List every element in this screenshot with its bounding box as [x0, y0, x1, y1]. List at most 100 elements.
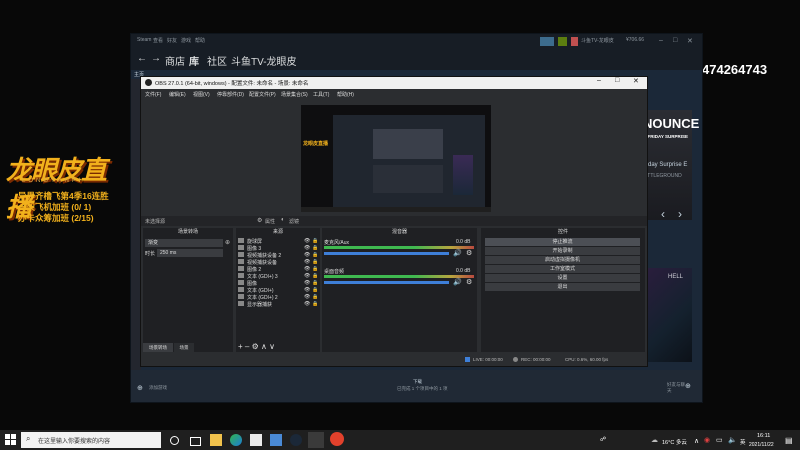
- lock-icon[interactable]: 🔒: [312, 294, 318, 300]
- lock-icon[interactable]: 🔒: [312, 245, 318, 251]
- speaker-icon[interactable]: 🔊: [453, 278, 462, 286]
- nav-community[interactable]: 社区: [207, 53, 227, 68]
- lock-icon[interactable]: 🔒: [312, 301, 318, 307]
- cortana-icon[interactable]: [170, 436, 179, 445]
- filter-icon[interactable]: ◐: [281, 217, 285, 223]
- taskbar-search[interactable]: ⌕ 在这里输入你要搜索的内容: [21, 432, 161, 448]
- source-row[interactable]: 显示器捕获 👁 🔒: [238, 301, 318, 308]
- share-icon[interactable]: ☍: [600, 436, 608, 444]
- chevron-up-icon[interactable]: ∧: [694, 437, 699, 445]
- add-icon[interactable]: ⊕: [137, 384, 143, 392]
- add-game-button[interactable]: 添加游戏: [149, 385, 167, 391]
- task-view-icon[interactable]: [190, 437, 201, 446]
- source-row[interactable]: 文本 (GDI+) 2 👁 🔒: [238, 294, 318, 301]
- source-row[interactable]: 文本 (GDI+) 3 👁 🔒: [238, 273, 318, 280]
- clock-time[interactable]: 16:11: [757, 433, 770, 439]
- source-row[interactable]: 视频捕获设备 2 👁 🔒: [238, 252, 318, 259]
- broadcast-icon[interactable]: [540, 37, 554, 46]
- eye-icon[interactable]: 👁: [304, 266, 310, 272]
- gear-icon[interactable]: ⚙: [257, 217, 262, 224]
- add-source-icon[interactable]: +: [238, 342, 243, 351]
- back-icon[interactable]: ←: [137, 53, 147, 64]
- lock-icon[interactable]: 🔒: [312, 273, 318, 279]
- mail-icon[interactable]: [270, 434, 282, 446]
- tab-scenes[interactable]: 场景: [174, 343, 194, 352]
- notifications-icon[interactable]: ▤: [785, 436, 793, 445]
- eye-icon[interactable]: 👁: [304, 273, 310, 279]
- lock-icon[interactable]: 🔒: [312, 238, 318, 244]
- steam-taskbar-icon[interactable]: [290, 434, 302, 446]
- nav-store[interactable]: 商店: [165, 53, 185, 68]
- mixer-gear-icon[interactable]: ⚙: [466, 278, 472, 286]
- close-icon[interactable]: ✕: [687, 37, 693, 45]
- source-row[interactable]: 图像 2 👁 🔒: [238, 266, 318, 273]
- virtual-camera-button[interactable]: 启动虚拟摄像机: [485, 256, 640, 264]
- edge-icon[interactable]: [230, 434, 242, 446]
- eye-icon[interactable]: 👁: [304, 294, 310, 300]
- weather-text[interactable]: 16°C 多云: [662, 438, 687, 446]
- remove-source-icon[interactable]: –: [245, 342, 249, 351]
- obs-close-icon[interactable]: ✕: [633, 77, 639, 85]
- friends-chat-button[interactable]: 好友与聊天: [667, 382, 685, 394]
- chevron-right-icon[interactable]: ›: [678, 207, 682, 221]
- eye-icon[interactable]: 👁: [304, 245, 310, 251]
- obs-taskbar-icon[interactable]: [308, 432, 324, 448]
- mixer-gear-icon[interactable]: ⚙: [466, 249, 472, 257]
- source-row[interactable]: 旋球屏 👁 🔒: [238, 238, 318, 245]
- notification-icon[interactable]: [558, 37, 567, 46]
- settings-button[interactable]: 设置: [485, 274, 640, 282]
- properties-button[interactable]: 属性: [265, 218, 275, 225]
- windows-start-icon[interactable]: [5, 434, 16, 445]
- eye-icon[interactable]: 👁: [304, 259, 310, 265]
- eye-icon[interactable]: 👁: [304, 252, 310, 258]
- eye-icon[interactable]: 👁: [304, 301, 310, 307]
- stop-streaming-button[interactable]: 停止推流: [485, 238, 640, 246]
- lock-icon[interactable]: 🔒: [312, 287, 318, 293]
- minimize-icon[interactable]: –: [659, 37, 663, 44]
- source-row[interactable]: 图像 3 👁 🔒: [238, 245, 318, 252]
- obs-preview[interactable]: 龙眼皮直播: [301, 105, 491, 212]
- obs-minimize-icon[interactable]: –: [597, 77, 601, 84]
- move-up-icon[interactable]: ∧: [261, 342, 267, 351]
- source-row[interactable]: 视频捕获设备 👁 🔒: [238, 259, 318, 266]
- steam-menu-help[interactable]: 帮助: [195, 37, 205, 44]
- monitor-icon[interactable]: ▭: [716, 436, 723, 444]
- transition-add-icon[interactable]: ⊕: [225, 239, 230, 246]
- move-down-icon[interactable]: ∨: [269, 342, 275, 351]
- steam-menu-steam[interactable]: Steam: [137, 37, 151, 43]
- speaker-icon[interactable]: 🔊: [453, 249, 462, 257]
- menu-view[interactable]: 视图(V): [193, 91, 210, 98]
- nav-library[interactable]: 库: [189, 53, 199, 68]
- lock-icon[interactable]: 🔒: [312, 266, 318, 272]
- menu-tools[interactable]: 工具(T): [313, 91, 329, 98]
- duration-input[interactable]: 250 ms: [157, 249, 223, 257]
- volume-slider[interactable]: [324, 281, 449, 284]
- clock-date[interactable]: 2021/11/22: [749, 442, 774, 448]
- search-input[interactable]: 在这里输入你要搜索的内容: [38, 436, 110, 445]
- maximize-icon[interactable]: □: [673, 37, 677, 44]
- store-icon[interactable]: [250, 434, 262, 446]
- menu-scene-collection[interactable]: 场景集合(S): [281, 91, 308, 98]
- filters-button[interactable]: 滤镜: [289, 218, 299, 225]
- exit-button[interactable]: 退出: [485, 283, 640, 291]
- source-row[interactable]: 图像 👁 🔒: [238, 280, 318, 287]
- douyu-taskbar-icon[interactable]: [330, 432, 344, 446]
- forward-icon[interactable]: →: [151, 53, 161, 64]
- lock-icon[interactable]: 🔒: [312, 280, 318, 286]
- tab-scene-transitions[interactable]: 场景转场: [143, 343, 173, 352]
- transition-select[interactable]: 渐变: [145, 239, 223, 247]
- eye-icon[interactable]: 👁: [304, 280, 310, 286]
- network-icon[interactable]: ◉: [704, 436, 710, 444]
- studio-mode-button[interactable]: 工作室模式: [485, 265, 640, 273]
- menu-file[interactable]: 文件(F): [145, 91, 161, 98]
- lock-icon[interactable]: 🔒: [312, 259, 318, 265]
- steam-menu-games[interactable]: 游戏: [181, 37, 191, 44]
- obs-maximize-icon[interactable]: □: [615, 77, 619, 84]
- menu-help[interactable]: 帮助(H): [337, 91, 354, 98]
- friends-add-icon[interactable]: ⊕: [685, 382, 691, 390]
- menu-profile[interactable]: 配置文件(P): [249, 91, 276, 98]
- eye-icon[interactable]: 👁: [304, 238, 310, 244]
- menu-edit[interactable]: 编辑(E): [169, 91, 186, 98]
- volume-icon[interactable]: 🔈: [728, 436, 737, 444]
- avatar[interactable]: [571, 37, 578, 46]
